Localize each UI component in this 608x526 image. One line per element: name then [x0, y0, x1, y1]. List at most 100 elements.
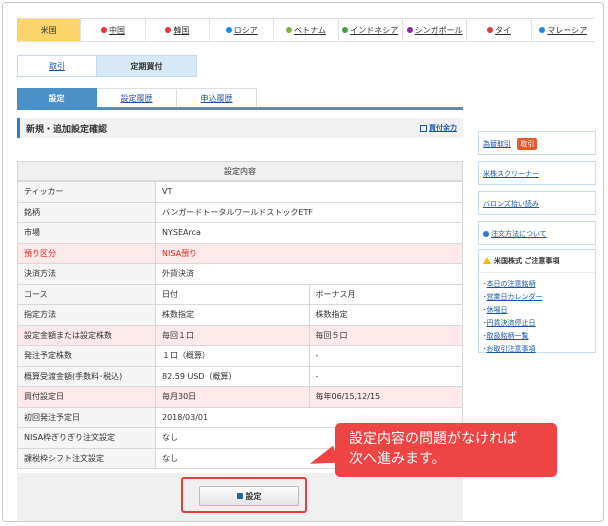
info-icon — [483, 231, 489, 237]
table-row: 指定方法 株数指定 株数指定 — [17, 304, 463, 326]
row-value: 毎月30日 — [155, 386, 310, 408]
tab-country-russia[interactable]: ロシア — [210, 19, 275, 41]
notice-link[interactable]: 取扱銘柄一覧 — [487, 332, 529, 340]
table-row: 設定金額または設定株数 毎回１口 毎回５口 — [17, 324, 463, 346]
tab-country-thailand[interactable]: タイ — [467, 19, 532, 41]
row-label: NISA枠ぎりぎり注文設定 — [17, 427, 156, 449]
row-value: 82.59 USD（概算） — [155, 365, 310, 387]
table-row: コース 日付 ボーナス月 — [17, 283, 463, 305]
row-label: 決済方法 — [17, 263, 156, 285]
warning-icon — [483, 257, 491, 264]
green-dot-icon — [342, 27, 349, 33]
tab-country-china[interactable]: 中国 — [81, 19, 146, 41]
row-value-2: - — [308, 345, 463, 367]
notice-link[interactable]: 休場日 — [487, 306, 508, 314]
row-value: NYSEArca — [155, 222, 463, 244]
purchasing-power-link[interactable]: 買付余力 — [420, 123, 457, 133]
tab-settings[interactable]: 設定 — [17, 88, 97, 107]
notice-link[interactable]: お取引注意事項 — [487, 345, 536, 353]
tab-country-vietnam[interactable]: ベトナム — [274, 19, 339, 41]
tab-country-malaysia[interactable]: マレーシア — [532, 19, 595, 41]
row-value: 株数指定 — [155, 304, 310, 326]
list-item: ･営業日カレンダー — [483, 293, 543, 301]
callout-line-2: 次へ進みます。 — [349, 451, 446, 467]
row-value: NISA預り — [155, 242, 463, 264]
table-row: 概算受渡金額(手数料･税込) 82.59 USD（概算） - — [17, 365, 463, 387]
tab-country-label: シンガポール — [414, 25, 463, 35]
fx-box: 為替取引 取引 — [478, 131, 596, 155]
notice-title: 米国株式 ご注意事項 — [494, 257, 560, 265]
instruction-callout: 設定内容の問題がなければ 次へ進みます。 — [335, 423, 557, 477]
tab-country-label: マレーシア — [547, 25, 588, 35]
row-value: VT — [155, 181, 463, 203]
list-item: ･休場日 — [483, 306, 508, 314]
tab-country-label: タイ — [494, 25, 511, 35]
screener-box: 米株スクリーナー — [478, 161, 596, 185]
page-frame: 米国 中国 韓国 ロシア ベトナム インドネシア シンガポール タイ マレーシア… — [2, 2, 604, 522]
tab-application-history[interactable]: 申込履歴 — [177, 88, 257, 107]
tab-country-singapore[interactable]: シンガポール — [403, 19, 468, 41]
fx-trade-button[interactable]: 取引 — [517, 138, 538, 150]
settings-tab-bar: 設定 設定履歴 申込履歴 — [17, 88, 463, 110]
tab-country-label: ベトナム — [294, 25, 326, 35]
order-method-link[interactable]: 注文方法について — [491, 230, 547, 238]
sub-tab-bar: 取引 定期買付 — [17, 55, 197, 77]
table-row: 市場 NYSEArca — [17, 222, 463, 244]
row-value-2: 毎年06/15,12/15 — [308, 386, 463, 408]
list-item: ･お取引注意事項 — [483, 345, 536, 353]
tab-country-indonesia[interactable]: インドネシア — [339, 19, 403, 41]
table-header: 設定内容 — [17, 161, 463, 181]
tab-country-label: 米国 — [40, 25, 57, 35]
row-value-2: 毎回５口 — [308, 324, 463, 346]
notice-box: 米国株式 ご注意事項 ･本日の注意銘柄 ･営業日カレンダー ･休場日 ･円貨決済… — [478, 249, 596, 353]
list-item: ･円貨決済停止日 — [483, 319, 536, 327]
fx-link-label: 為替取引 — [483, 140, 511, 148]
table-row: ティッカー VT — [17, 181, 463, 203]
row-label: 買付設定日 — [17, 386, 156, 408]
tab-settings-history[interactable]: 設定履歴 — [97, 88, 177, 107]
row-label: ティッカー — [17, 181, 156, 203]
blue-dot-icon — [539, 27, 546, 33]
row-value-2: - — [308, 365, 463, 387]
row-value: バンガードトータルワールドストックETF — [155, 201, 463, 223]
notice-link[interactable]: 営業日カレンダー — [487, 293, 543, 301]
purple-dot-icon — [406, 27, 413, 33]
calculator-icon — [420, 124, 427, 132]
tab-regular-purchase[interactable]: 定期買付 — [97, 55, 197, 77]
list-item: ･取扱銘柄一覧 — [483, 332, 529, 340]
tab-country-korea[interactable]: 韓国 — [146, 19, 210, 41]
tab-country-us[interactable]: 米国 — [17, 19, 82, 41]
row-label: 預り区分 — [17, 242, 156, 264]
row-label: 指定方法 — [17, 304, 156, 326]
row-label: 課税枠シフト注文設定 — [17, 447, 156, 469]
table-row: 銘柄 バンガードトータルワールドストックETF — [17, 201, 463, 223]
row-value: １口（概算） — [155, 345, 310, 367]
red-dot-icon — [165, 27, 172, 33]
section-heading: 新規・追加設定確認 買付余力 — [17, 118, 463, 138]
fx-link[interactable]: 為替取引 — [483, 140, 511, 148]
row-label: 概算受渡金額(手数料･税込) — [17, 365, 156, 387]
blue-dot-icon — [225, 27, 232, 33]
notice-link[interactable]: 円貨決済停止日 — [487, 319, 536, 327]
order-method-box: 注文方法について — [478, 221, 596, 245]
button-highlight — [181, 477, 307, 513]
red-dot-icon — [100, 27, 107, 33]
list-item: ･本日の注意銘柄 — [483, 280, 536, 288]
notice-link[interactable]: 本日の注意銘柄 — [487, 280, 536, 288]
row-value: 毎回１口 — [155, 324, 310, 346]
callout-line-1: 設定内容の問題がなければ — [349, 431, 517, 447]
row-value-2: 株数指定 — [308, 304, 463, 326]
notice-header: 米国株式 ご注意事項 — [479, 250, 595, 273]
row-label: 発注予定株数 — [17, 345, 156, 367]
purchasing-power-label: 買付余力 — [429, 124, 457, 132]
row-label: 市場 — [17, 222, 156, 244]
tab-country-label: 中国 — [108, 25, 125, 35]
row-value: 日付 — [155, 283, 310, 305]
green-dot-icon — [286, 27, 293, 33]
tab-trade[interactable]: 取引 — [17, 55, 97, 77]
barons-link[interactable]: バロンズ拾い読み — [483, 200, 539, 208]
screener-link[interactable]: 米株スクリーナー — [483, 170, 539, 178]
notice-list: ･本日の注意銘柄 ･営業日カレンダー ･休場日 ･円貨決済停止日 ･取扱銘柄一覧… — [479, 273, 595, 363]
tab-country-label: インドネシア — [350, 25, 399, 35]
tab-country-label: ロシア — [233, 25, 258, 35]
